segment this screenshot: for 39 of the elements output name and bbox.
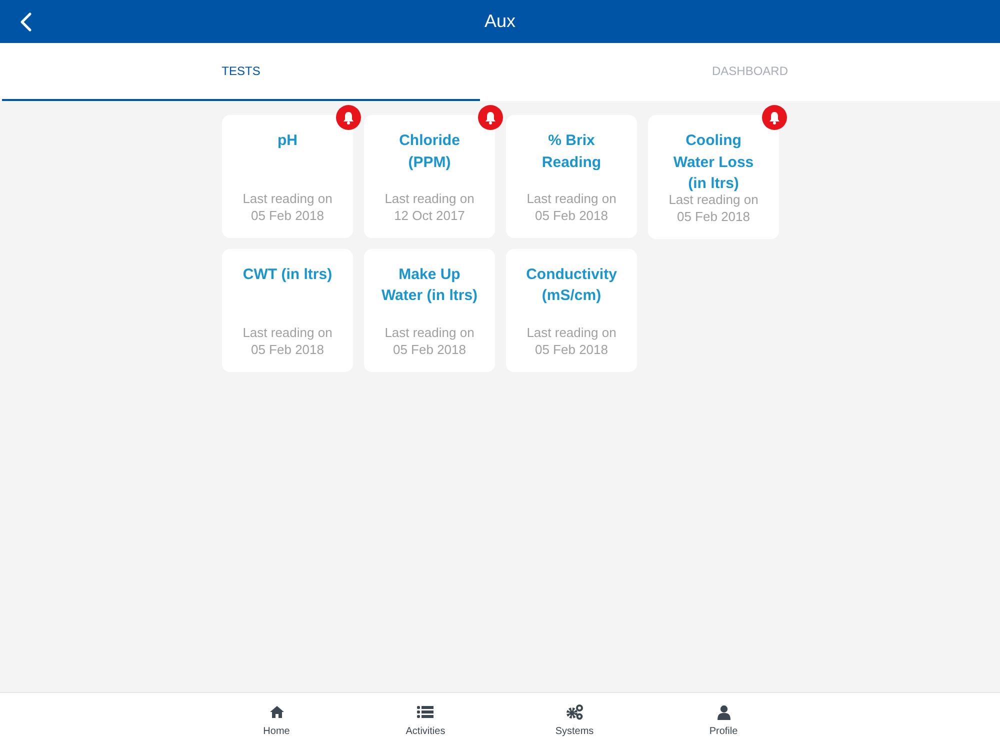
last-reading-date: 12 Oct 2017 [394, 207, 465, 224]
last-reading-caption: Last reading on [526, 324, 616, 340]
nav-item[interactable]: Activities [351, 693, 500, 750]
last-reading-caption: Last reading on [668, 192, 758, 208]
test-card[interactable]: % Brix Reading Last reading on 05 Feb 2018 [506, 115, 637, 238]
last-reading-date: 05 Feb 2018 [676, 208, 750, 224]
last-reading-caption: Last reading on [384, 190, 474, 207]
tab[interactable]: TESTS [2, 43, 480, 101]
test-name: Cooling Water Loss (in ltrs) [672, 131, 755, 194]
systems-icon [566, 704, 584, 720]
test-name: Conductivity (mS/cm) [525, 264, 618, 306]
page-title: Aux [484, 10, 516, 33]
test-card[interactable]: Make Up Water (in ltrs) Last reading on 05 Feb 2018 [364, 248, 495, 372]
nav-item[interactable]: Profile [649, 693, 798, 750]
last-reading-date: 05 Feb 2018 [534, 207, 608, 224]
test-card[interactable]: Chloride (PPM) Last reading on 12 Oct 2017 [364, 115, 495, 238]
last-reading-date: 05 Feb 2018 [250, 207, 324, 224]
last-reading-caption: Last reading on [526, 190, 616, 207]
last-reading-date: 05 Feb 2018 [534, 340, 608, 358]
test-card[interactable]: Conductivity (mS/cm) Last reading on 05 Feb 2018 [506, 248, 637, 372]
test-name: pH [276, 131, 298, 151]
last-reading-date: 05 Feb 2018 [250, 340, 324, 358]
activities-icon [417, 704, 434, 720]
home-icon [268, 704, 284, 720]
profile-icon [716, 704, 730, 720]
last-reading-caption: Last reading on [242, 190, 332, 207]
test-card[interactable]: Cooling Water Loss (in ltrs) Last reading on 05 Feb 2018 [648, 115, 779, 238]
test-name: % Brix Reading [540, 131, 602, 172]
nav-item[interactable]: Systems [500, 693, 649, 750]
test-name: CWT (in ltrs) [242, 264, 334, 284]
last-reading-date: 05 Feb 2018 [392, 340, 466, 358]
last-reading-caption: Last reading on [242, 324, 332, 340]
nav-item[interactable]: Home [202, 693, 351, 750]
test-name: Chloride (PPM) [398, 131, 461, 172]
test-card[interactable]: CWT (in ltrs) Last reading on 05 Feb 2018 [222, 248, 353, 372]
test-card[interactable]: pH Last reading on 05 Feb 2018 [222, 115, 353, 238]
test-name: Make Up Water (in ltrs) [380, 264, 479, 306]
last-reading-caption: Last reading on [384, 324, 474, 340]
tab[interactable]: DASHBOARD [500, 43, 1000, 101]
